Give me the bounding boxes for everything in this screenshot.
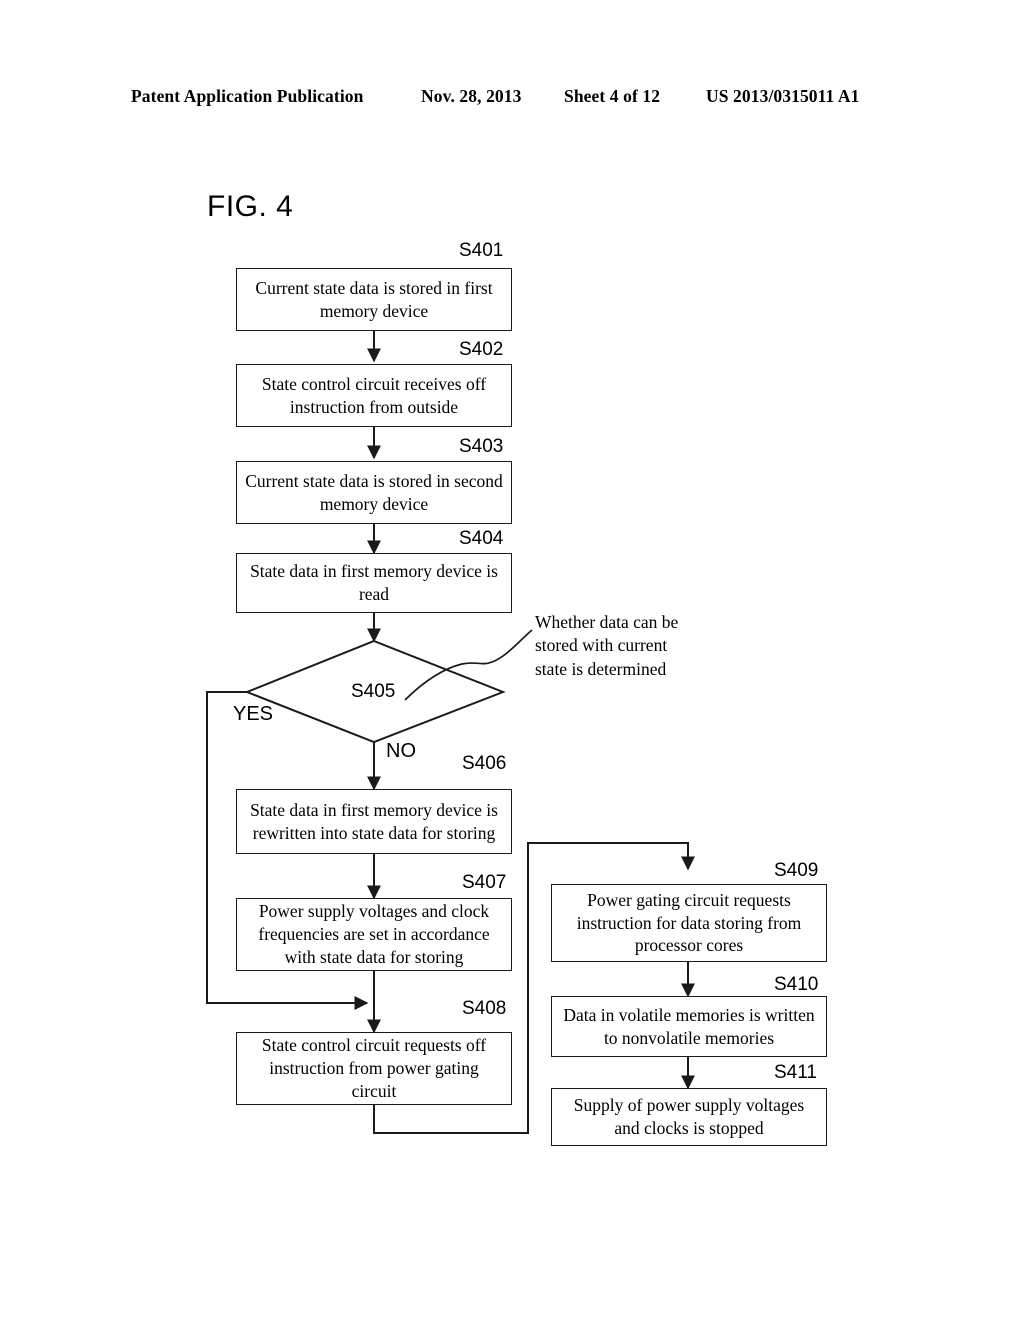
flow-node-s408: State control circuit requests off instr… [236, 1032, 512, 1105]
branch-label-yes: YES [233, 703, 274, 725]
decision-annotation: Whether data can be stored with current … [535, 612, 679, 679]
flow-node-s411: Supply of power supply voltages and cloc… [551, 1088, 827, 1146]
flow-node-s401-text: Current state data is stored in first me… [255, 277, 493, 321]
step-label-s405: S405 [351, 681, 396, 702]
flow-node-s410: Data in volatile memories is written to … [551, 996, 827, 1057]
flow-node-s409-text: Power gating circuit requests instructio… [576, 889, 802, 956]
flow-node-s403-text: Current state data is stored in second m… [245, 470, 503, 514]
step-label-s408: S408 [462, 998, 507, 1019]
step-label-s406: S406 [462, 753, 507, 774]
flow-node-s406-text: State data in first memory device is rew… [250, 799, 498, 843]
flow-node-s404-text: State data in first memory device is rea… [250, 561, 498, 604]
flow-node-s401: Current state data is stored in first me… [236, 268, 512, 331]
flow-node-s406: State data in first memory device is rew… [236, 789, 512, 854]
flow-node-s409: Power gating circuit requests instructio… [551, 884, 827, 962]
step-label-s402: S402 [459, 339, 504, 360]
flow-node-s408-text: State control circuit requests off instr… [261, 1035, 487, 1101]
step-label-s410: S410 [774, 974, 819, 995]
flow-node-s402-text: State control circuit receives off instr… [261, 373, 487, 417]
flowchart-connectors [206, 331, 695, 1134]
branch-label-no: NO [386, 740, 416, 762]
step-label-s404: S404 [459, 528, 504, 549]
step-label-s401: S401 [459, 240, 504, 261]
step-label-s409: S409 [774, 860, 819, 881]
flow-node-s402: State control circuit receives off instr… [236, 364, 512, 427]
step-label-s411: S411 [774, 1062, 817, 1083]
flow-node-s404: State data in first memory device is rea… [236, 553, 512, 613]
step-label-s407: S407 [462, 872, 507, 893]
step-label-s403: S403 [459, 436, 504, 457]
flow-node-s411-text: Supply of power supply voltages and cloc… [573, 1095, 805, 1138]
flow-node-s410-text: Data in volatile memories is written to … [563, 1004, 815, 1048]
flow-node-s407: Power supply voltages and clock frequenc… [236, 898, 512, 971]
flow-node-s407-text: Power supply voltages and clock frequenc… [258, 901, 490, 967]
flow-node-s403: Current state data is stored in second m… [236, 461, 512, 524]
